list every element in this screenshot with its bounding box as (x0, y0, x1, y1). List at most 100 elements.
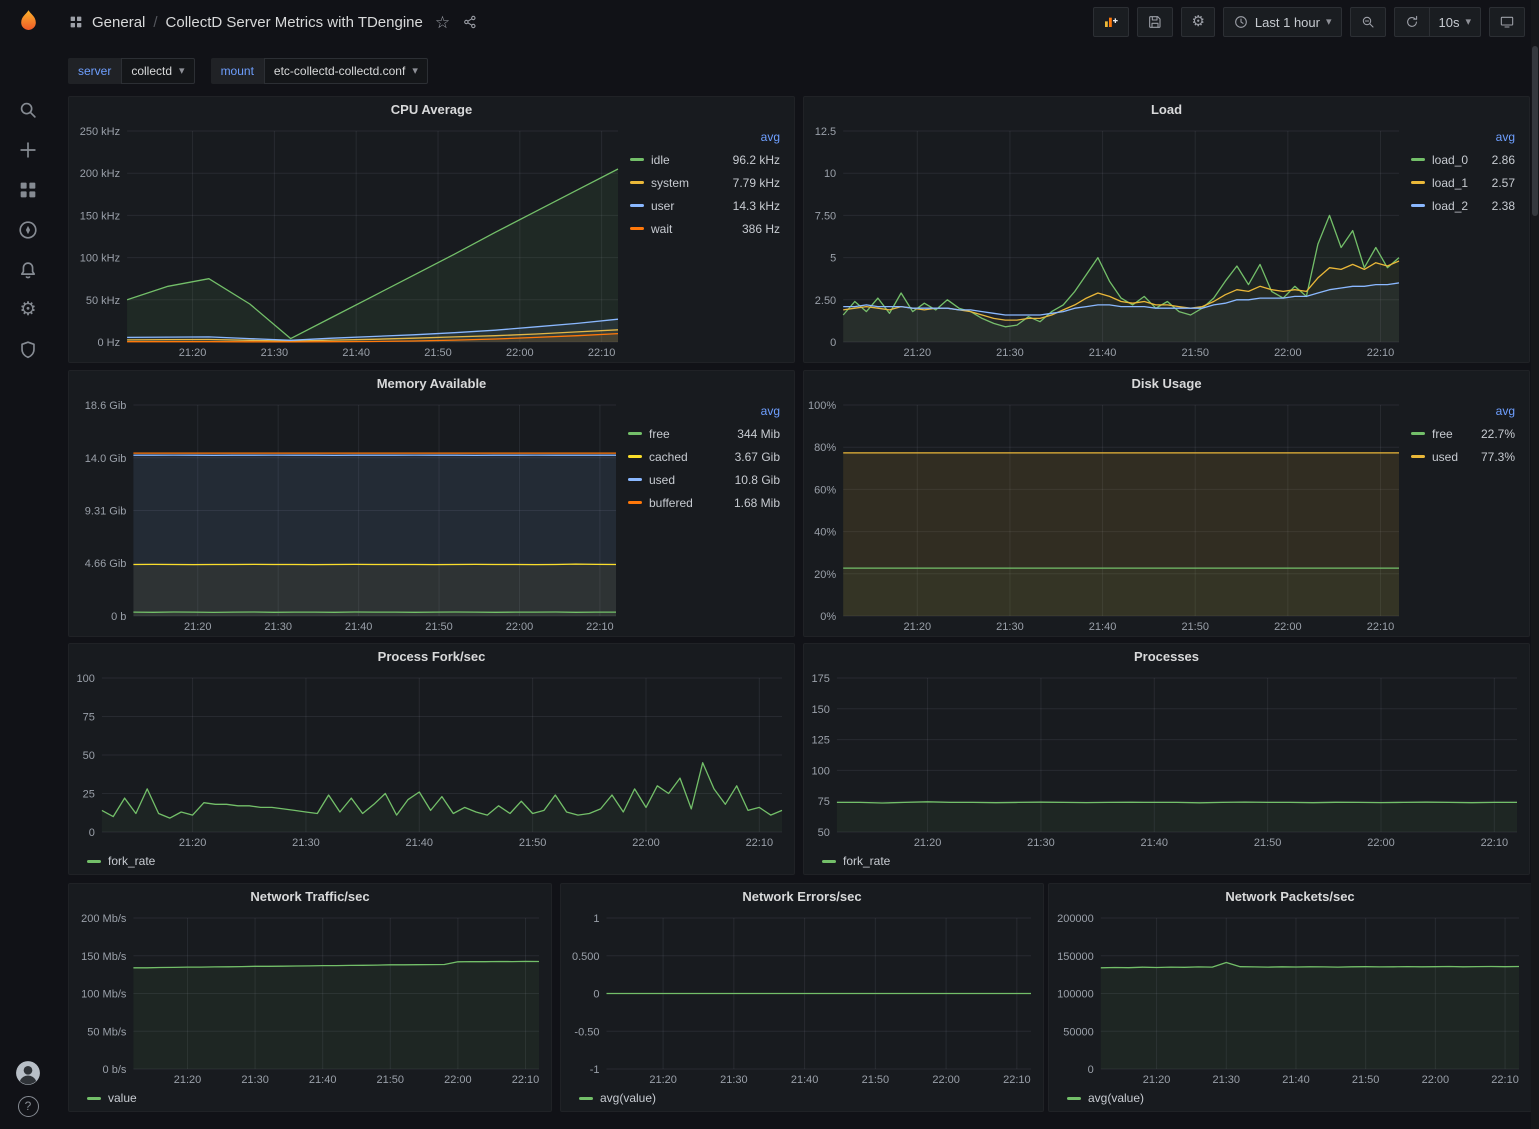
legend-item-value[interactable]: value (87, 1087, 137, 1109)
svg-text:22:00: 22:00 (632, 837, 660, 849)
panel-title-network-packets[interactable]: Network Packets/sec (1049, 884, 1531, 910)
panel-title-load[interactable]: Load (804, 97, 1529, 123)
network-errors-chart[interactable]: -1-0.5000.500121:2021:3021:4021:5022:002… (563, 910, 1039, 1087)
svg-text:175: 175 (812, 673, 830, 685)
svg-text:5: 5 (830, 253, 836, 265)
legend-item-used[interactable]: used77.3% (1411, 445, 1515, 468)
legend-item-user[interactable]: user14.3 kHz (630, 194, 780, 217)
chevron-down-icon: ▾ (179, 66, 185, 77)
svg-text:100 kHz: 100 kHz (80, 253, 120, 265)
legend-item-free[interactable]: free344 Mib (628, 422, 780, 445)
panel-title-disk-usage[interactable]: Disk Usage (804, 371, 1529, 397)
panel-title-cpu-average[interactable]: CPU Average (69, 97, 794, 123)
panel-title-memory-available[interactable]: Memory Available (69, 371, 794, 397)
process-fork-chart[interactable]: 025507510021:2021:3021:4021:5022:0022:10 (71, 670, 790, 850)
grafana-logo[interactable] (15, 8, 42, 35)
user-avatar[interactable] (15, 1060, 41, 1086)
create-plus-icon[interactable] (17, 139, 39, 161)
disk-usage-chart[interactable]: 0%20%40%60%80%100%21:2021:3021:4021:5022… (806, 397, 1407, 634)
processes-chart[interactable]: 507510012515017521:2021:3021:4021:5022:0… (806, 670, 1525, 850)
series-color-dash (628, 432, 642, 435)
legend-item-fork_rate[interactable]: fork_rate (87, 850, 155, 872)
chevron-down-icon: ▾ (1326, 17, 1332, 28)
panel-title-processes[interactable]: Processes (804, 644, 1529, 670)
legend-item-load_2[interactable]: load_22.38 (1411, 194, 1515, 217)
share-icon[interactable] (462, 14, 478, 30)
legend-item-used[interactable]: used10.8 Gib (628, 468, 780, 491)
network-traffic-chart[interactable]: 0 b/s50 Mb/s100 Mb/s150 Mb/s200 Mb/s21:2… (71, 910, 547, 1087)
save-icon (1147, 14, 1163, 30)
variable-mount[interactable]: mount etc-collectd-collectd.conf ▾ (211, 58, 428, 84)
page-scrollbar[interactable] (1531, 0, 1539, 1129)
legend-item-avgvalue[interactable]: avg(value) (579, 1087, 656, 1109)
admin-shield-icon[interactable] (17, 339, 39, 361)
svg-text:22:10: 22:10 (586, 621, 614, 633)
dashboard-settings-button[interactable]: ⚙ (1181, 7, 1214, 37)
breadcrumb-section[interactable]: General (92, 14, 145, 31)
scrollbar-thumb[interactable] (1532, 46, 1538, 216)
series-avg-value: 344 Mib (737, 427, 780, 441)
svg-text:21:30: 21:30 (261, 347, 289, 359)
cpu-average-chart[interactable]: 0 Hz50 kHz100 kHz150 kHz200 kHz250 kHz21… (71, 123, 626, 360)
legend-item-load_0[interactable]: load_02.86 (1411, 148, 1515, 171)
svg-text:75: 75 (818, 796, 830, 808)
series-color-dash (579, 1097, 593, 1100)
memory-available-legend: avgfree344 Mibcached3.67 Gibused10.8 Gib… (624, 397, 790, 634)
legend-item-idle[interactable]: idle96.2 kHz (630, 148, 780, 171)
refresh-interval-picker[interactable]: 10s ▾ (1430, 7, 1482, 37)
configuration-gear-icon[interactable]: ⚙ (17, 299, 39, 321)
network-traffic-legend: value (71, 1087, 547, 1109)
svg-text:4.66 Gib: 4.66 Gib (85, 558, 127, 570)
svg-text:21:40: 21:40 (309, 1074, 337, 1086)
series-name: load_2 (1432, 199, 1485, 213)
legend-item-buffered[interactable]: buffered1.68 Mib (628, 491, 780, 514)
svg-text:0: 0 (1088, 1064, 1094, 1076)
dashboards-icon[interactable] (17, 179, 39, 201)
explore-compass-icon[interactable] (17, 219, 39, 241)
help-icon[interactable]: ? (18, 1096, 39, 1117)
cycle-view-button[interactable] (1489, 7, 1525, 37)
svg-text:14.0 Gib: 14.0 Gib (85, 453, 127, 465)
svg-text:21:30: 21:30 (1212, 1074, 1240, 1086)
svg-text:22:00: 22:00 (1274, 347, 1302, 359)
legend-item-load_1[interactable]: load_12.57 (1411, 171, 1515, 194)
panel-title-process-fork[interactable]: Process Fork/sec (69, 644, 794, 670)
svg-text:100 Mb/s: 100 Mb/s (81, 989, 127, 1001)
legend-item-avgvalue[interactable]: avg(value) (1067, 1087, 1144, 1109)
legend-item-system[interactable]: system7.79 kHz (630, 171, 780, 194)
panel-disk-usage: Disk Usage 0%20%40%60%80%100%21:2021:302… (803, 370, 1530, 637)
star-icon[interactable]: ☆ (435, 14, 450, 31)
add-panel-button[interactable] (1093, 7, 1129, 37)
svg-text:21:30: 21:30 (996, 347, 1024, 359)
tv-monitor-icon (1499, 14, 1515, 30)
svg-text:100000: 100000 (1057, 989, 1094, 1001)
legend-header-avg: avg (630, 127, 780, 148)
load-chart[interactable]: 02.5057.501012.521:2021:3021:4021:5022:0… (806, 123, 1407, 360)
alerting-bell-icon[interactable] (17, 259, 39, 281)
search-icon[interactable] (17, 99, 39, 121)
svg-text:0 b/s: 0 b/s (103, 1064, 127, 1076)
legend-item-free[interactable]: free22.7% (1411, 422, 1515, 445)
svg-text:21:20: 21:20 (1143, 1074, 1171, 1086)
time-range-picker[interactable]: Last 1 hour ▾ (1223, 7, 1342, 37)
save-dashboard-button[interactable] (1137, 7, 1173, 37)
memory-available-chart[interactable]: 0 b4.66 Gib9.31 Gib14.0 Gib18.6 Gib21:20… (71, 397, 624, 634)
svg-text:0.500: 0.500 (572, 951, 600, 963)
legend-item-cached[interactable]: cached3.67 Gib (628, 445, 780, 468)
svg-text:21:30: 21:30 (241, 1074, 269, 1086)
legend-item-wait[interactable]: wait386 Hz (630, 217, 780, 240)
series-color-dash (628, 478, 642, 481)
series-name: fork_rate (843, 854, 890, 868)
series-color-dash (1411, 158, 1425, 161)
refresh-button[interactable] (1394, 7, 1430, 37)
processes-legend: fork_rate (806, 850, 1525, 872)
variable-server[interactable]: server collectd ▾ (68, 58, 195, 84)
zoom-out-button[interactable] (1350, 7, 1386, 37)
page-title: CollectD Server Metrics with TDengine (166, 14, 423, 31)
svg-text:21:20: 21:20 (174, 1074, 202, 1086)
zoom-out-icon (1360, 14, 1376, 30)
legend-item-fork_rate[interactable]: fork_rate (822, 850, 890, 872)
panel-title-network-traffic[interactable]: Network Traffic/sec (69, 884, 551, 910)
panel-title-network-errors[interactable]: Network Errors/sec (561, 884, 1043, 910)
network-packets-chart[interactable]: 05000010000015000020000021:2021:3021:402… (1051, 910, 1527, 1087)
